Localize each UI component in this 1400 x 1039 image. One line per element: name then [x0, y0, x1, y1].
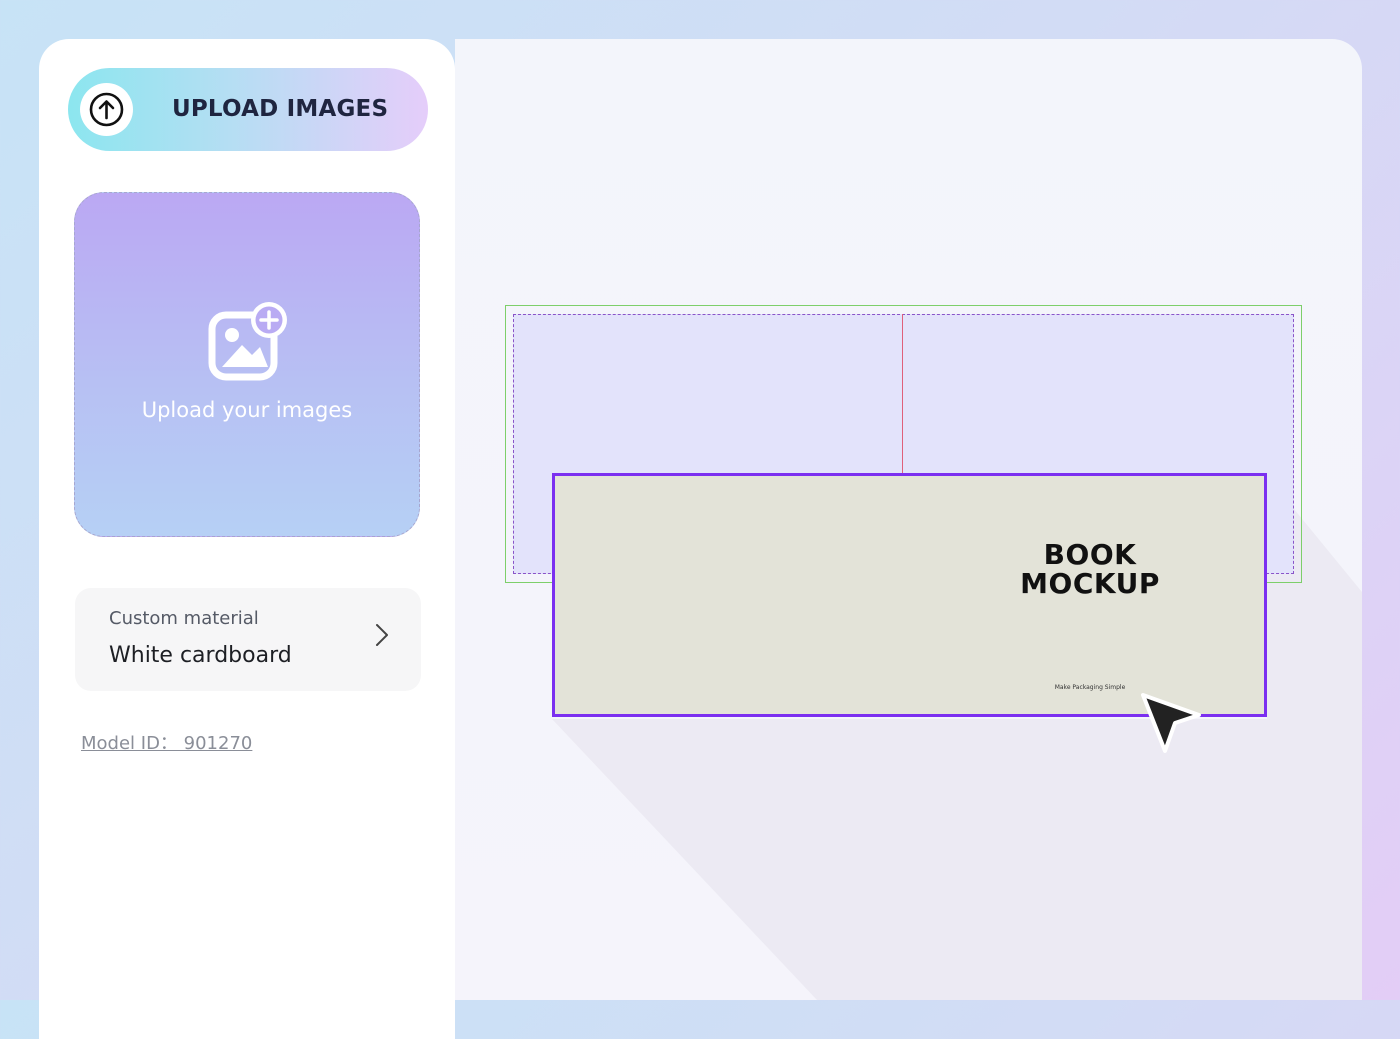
upload-icon-wrapper: [80, 83, 133, 136]
custom-material-selector[interactable]: Custom material White cardboard: [75, 588, 421, 691]
material-title: Custom material: [109, 608, 259, 629]
book-title-line-1: BOOK: [1043, 538, 1137, 571]
sidebar-panel: UPLOAD IMAGES Upload your images Custom …: [39, 39, 455, 1039]
book-cover-selected[interactable]: BOOK MOCKUP Make Packaging Simple: [552, 473, 1267, 717]
arrow-up-circle-icon: [89, 92, 124, 127]
fold-line: [902, 314, 903, 474]
material-value: White cardboard: [109, 643, 292, 668]
book-title: BOOK MOCKUP: [1005, 540, 1175, 598]
chevron-right-icon: [376, 624, 388, 646]
book-title-line-2: MOCKUP: [1020, 567, 1160, 600]
image-plus-icon: [208, 302, 287, 381]
upload-images-button[interactable]: UPLOAD IMAGES: [68, 68, 428, 151]
design-canvas[interactable]: BOOK MOCKUP Make Packaging Simple: [455, 39, 1362, 1000]
dropzone-label: Upload your images: [141, 398, 353, 422]
image-dropzone[interactable]: Upload your images: [74, 192, 420, 537]
mouse-pointer-icon: [1141, 693, 1201, 753]
upload-images-label: UPLOAD IMAGES: [172, 96, 389, 122]
model-id-link[interactable]: Model ID： 901270: [81, 729, 252, 755]
